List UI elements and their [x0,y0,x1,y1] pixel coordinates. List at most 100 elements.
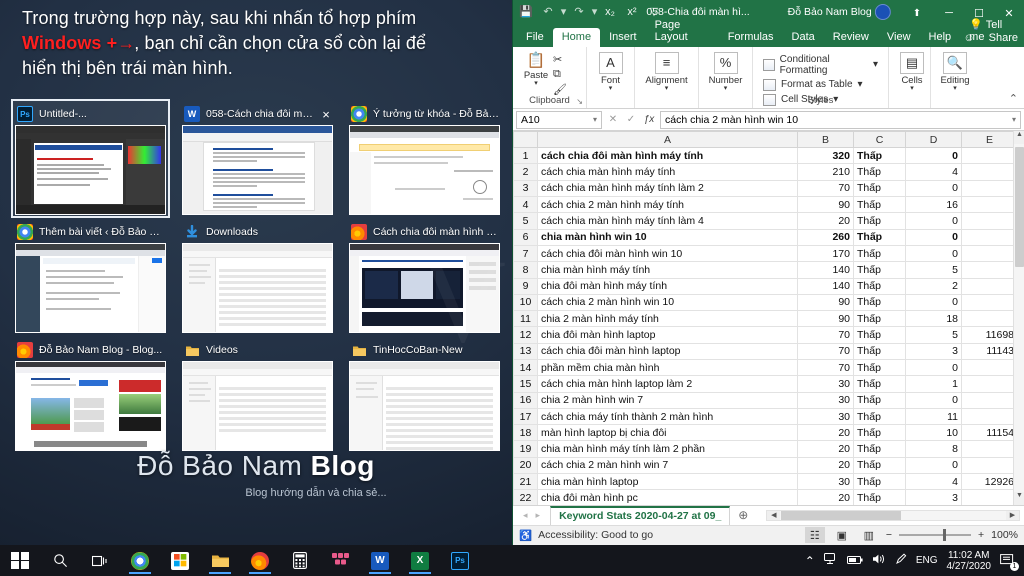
task-view-button[interactable] [80,545,120,576]
cell-B12[interactable]: 70 [797,326,854,344]
status-text[interactable]: Accessibility: Good to go [538,529,653,541]
cell-D5[interactable]: 0 [905,212,962,230]
horizontal-scrollbar[interactable]: ◀ ▶ [766,509,1020,521]
app-button[interactable] [320,545,360,576]
vertical-scroll-thumb[interactable] [1015,147,1024,268]
chevron-down-icon[interactable]: ▾ [534,80,538,87]
cell-E3[interactable] [961,179,1018,198]
calculator-button[interactable] [280,545,320,576]
cell-E14[interactable] [961,358,1018,377]
cell-B19[interactable]: 20 [797,440,854,458]
row-header[interactable]: 4 [513,196,538,214]
cell-C13[interactable]: Thấp [853,342,906,361]
zoom-out-button[interactable]: − [886,529,892,541]
cell-C18[interactable]: Thấp [853,424,906,442]
cell-B5[interactable]: 20 [797,212,854,230]
clipboard-launcher-icon[interactable]: ↘ [576,97,583,106]
cell-E9[interactable] [961,277,1018,295]
cell-E6[interactable] [961,228,1018,246]
cell-E20[interactable] [961,456,1018,475]
cell-E1[interactable] [961,147,1018,165]
row-header[interactable]: 10 [513,293,538,312]
row-header[interactable]: 21 [513,473,538,491]
sheet-nav-next-icon[interactable]: ▸ [536,510,541,521]
cell-E19[interactable] [961,440,1018,458]
row-header[interactable]: 8 [513,261,538,279]
cell-C7[interactable]: Thấp [853,244,906,263]
word-button[interactable]: W [360,545,400,576]
volume-icon[interactable] [872,553,886,568]
cell-A4[interactable]: cách chia 2 màn hình máy tính [537,196,798,214]
cell-E2[interactable] [961,163,1018,181]
chevron-down-icon[interactable]: ▾ [873,59,878,70]
cell-B6[interactable]: 260 [797,228,854,246]
cell-A20[interactable]: cách chia 2 màn hình win 7 [537,456,798,475]
cell-C21[interactable]: Thấp [853,473,906,491]
page-break-view-button[interactable]: ▥ [859,527,879,543]
save-icon[interactable]: 💾 [515,5,537,18]
table-row[interactable]: 7 cách chia đôi màn hình win 10 170 Thấp 0 [513,244,1024,263]
table-row[interactable]: 16 chia 2 màn hình win 7 30 Thấp 0 [513,391,1024,409]
row-header[interactable]: 5 [513,212,538,230]
number-button[interactable]: % Number ▾ [705,50,746,94]
cell-C17[interactable]: Thấp [853,407,906,426]
cell-D18[interactable]: 10 [905,424,962,442]
notification-center-button[interactable]: 1 [1000,553,1019,571]
row-header[interactable]: 12 [513,326,538,344]
horizontal-scroll-thumb[interactable] [781,510,902,520]
zoom-in-button[interactable]: + [978,529,984,541]
add-sheet-button[interactable]: ⊕ [734,508,752,522]
pen-icon[interactable] [895,553,907,568]
thumbnail-chrome-keyword[interactable]: Ý tưởng từ khóa - Đỗ Bảo... [346,100,503,217]
cell-D4[interactable]: 16 [905,196,962,214]
row-header[interactable]: 9 [513,277,538,295]
cell-A9[interactable]: chia đôi màn hình máy tính [537,277,798,295]
superscript-icon[interactable]: x² [621,6,643,18]
cell-B2[interactable]: 210 [797,163,854,181]
spreadsheet-grid[interactable]: A B C D E F 1cách chia đôi màn hình máy … [513,131,1024,505]
cell-C5[interactable]: Thấp [853,212,906,230]
cell-D16[interactable]: 0 [905,391,962,409]
cancel-formula-icon[interactable]: ✕ [604,114,622,125]
thumbnail-photoshop[interactable]: Ps Untitled-... [11,99,170,218]
thumbnail-preview[interactable] [182,125,333,215]
language-indicator[interactable]: ENG [916,555,938,566]
tab-page-layout[interactable]: Page Layout [646,16,719,47]
cell-A1[interactable]: cách chia đôi màn hình máy tính [537,147,798,165]
cell-A10[interactable]: cách chia 2 màn hình win 10 [537,293,798,312]
select-all-corner[interactable] [513,131,538,149]
scroll-left-icon[interactable]: ◀ [767,510,781,520]
close-icon[interactable]: × [319,108,333,121]
table-row[interactable]: 18 màn hình laptop bị chia đôi 20 Thấp 10 111… [513,424,1024,442]
cell-C15[interactable]: Thấp [853,375,906,393]
row-header[interactable]: 19 [513,440,538,458]
account-area[interactable]: Đỗ Bảo Nam Blog [788,3,891,20]
cell-E16[interactable] [961,391,1018,409]
cell-B17[interactable]: 30 [797,407,854,426]
cell-E15[interactable] [961,375,1018,393]
thumbnail-preview[interactable] [15,361,166,451]
cell-D2[interactable]: 4 [905,163,962,181]
cell-C6[interactable]: Thấp [853,228,906,246]
cell-B18[interactable]: 20 [797,424,854,442]
row-header[interactable]: 13 [513,342,538,361]
cell-C16[interactable]: Thấp [853,391,906,409]
row-header[interactable]: 17 [513,407,538,426]
chevron-down-icon[interactable]: ▾ [593,115,597,124]
cell-B16[interactable]: 30 [797,391,854,409]
page-layout-view-button[interactable]: ▣ [832,527,852,543]
cell-B8[interactable]: 140 [797,261,854,279]
cell-C8[interactable]: Thấp [853,261,906,279]
table-row[interactable]: 11 chia 2 màn hình máy tính 90 Thấp 18 [513,310,1024,328]
cell-B21[interactable]: 30 [797,473,854,491]
scroll-right-icon[interactable]: ▶ [1006,510,1019,520]
chevron-down-icon[interactable]: ▾ [665,85,669,92]
chevron-down-icon[interactable]: ▾ [910,85,914,92]
table-row[interactable]: 9 chia đôi màn hình máy tính 140 Thấp 2 [513,277,1024,295]
tab-file[interactable]: File [517,28,553,47]
tab-review[interactable]: Review [824,28,878,47]
cell-E5[interactable] [961,212,1018,230]
cell-D19[interactable]: 8 [905,440,962,458]
cell-A15[interactable]: cách chia màn hình laptop làm 2 [537,375,798,393]
zoom-level[interactable]: 100% [991,529,1018,541]
